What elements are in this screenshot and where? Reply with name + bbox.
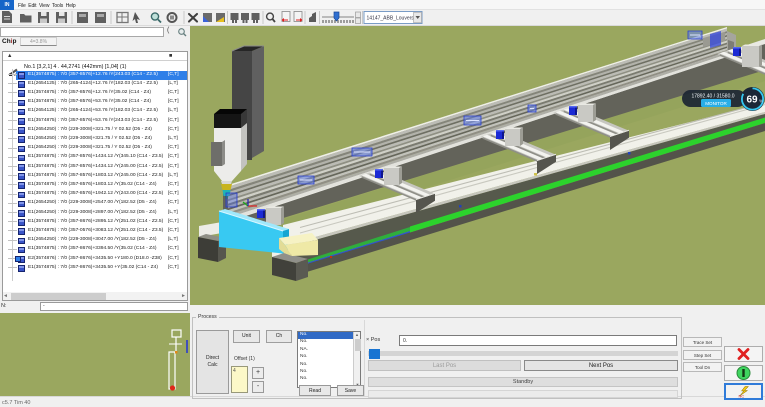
svg-text:%: %	[759, 99, 763, 104]
svg-text:14147_ABB_Louvers: 14147_ABB_Louvers	[367, 16, 415, 22]
svg-text:17892.40 / 31580.0: 17892.40 / 31580.0	[691, 94, 734, 100]
svg-text:69: 69	[746, 94, 758, 105]
svg-text:NC: NC	[739, 394, 745, 399]
svg-text:MONITOR: MONITOR	[705, 101, 727, 106]
